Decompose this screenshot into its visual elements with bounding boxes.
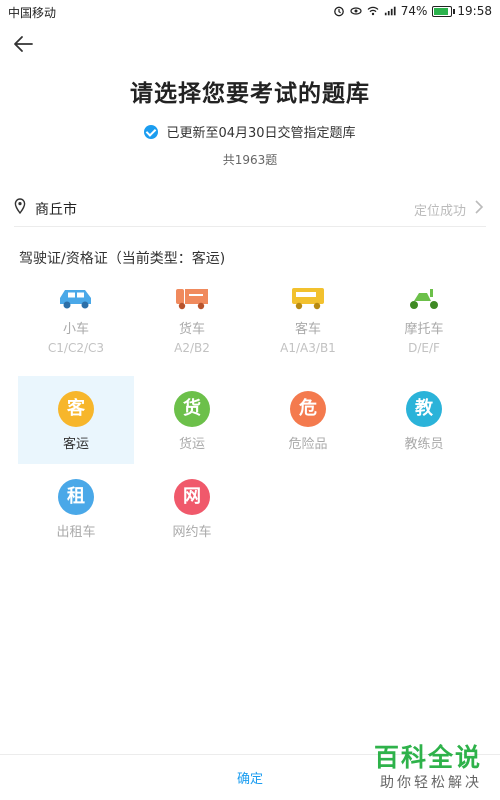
qual-label: 网约车	[172, 525, 212, 540]
qual-label: 教练员	[404, 437, 444, 452]
license-label: 客车	[294, 322, 321, 337]
chevron-right-icon	[475, 200, 484, 214]
car-icon	[60, 290, 91, 309]
truck-icon	[176, 289, 208, 310]
clock: 19:58	[457, 4, 492, 18]
update-notice: 已更新至04月30日交管指定题库	[0, 122, 500, 141]
signal-icon	[384, 6, 396, 16]
motorcycle-icon	[410, 289, 438, 309]
location-pin-icon	[14, 198, 26, 214]
qual-option-taxi[interactable]: 租 出租车	[18, 464, 134, 552]
qual-option-instructor[interactable]: 教 教练员	[366, 376, 482, 464]
qual-label: 危险品	[288, 437, 328, 452]
ride-hailing-badge-icon: 网	[174, 479, 210, 515]
battery-percent: 74%	[400, 4, 428, 18]
bus-icon	[292, 288, 324, 310]
taxi-badge-icon: 租	[58, 479, 94, 515]
license-option-truck[interactable]: 货车 A2/B2	[134, 284, 250, 355]
location-row[interactable]: 商丘市 定位成功	[14, 190, 486, 227]
license-classes: A2/B2	[174, 341, 210, 355]
qual-option-freight[interactable]: 货 货运	[134, 376, 250, 464]
battery-icon	[432, 5, 456, 17]
qual-label: 货运	[178, 437, 205, 452]
status-icons: 74% 19:58	[333, 4, 492, 18]
qual-option-ride-hailing[interactable]: 网 网约车	[134, 464, 250, 552]
section-title: 驾驶证/资格证（当前类型：客运)	[19, 251, 226, 267]
hazmat-badge-icon: 危	[290, 391, 326, 427]
license-option-motorcycle[interactable]: 摩托车 D/E/F	[366, 284, 482, 355]
freight-badge-icon: 货	[174, 391, 210, 427]
question-count: 共1963题	[222, 153, 278, 167]
back-arrow-icon[interactable]	[10, 30, 38, 58]
qual-option-passenger[interactable]: 客 客运	[18, 376, 134, 464]
wifi-icon	[367, 6, 379, 16]
check-circle-icon	[144, 124, 159, 139]
license-label: 小车	[62, 322, 89, 337]
status-bar: 中国移动 74% 19:58	[0, 0, 500, 24]
location-status: 定位成功	[413, 204, 466, 219]
eye-icon	[350, 7, 362, 15]
city-name: 商丘市	[35, 202, 77, 218]
passenger-badge-icon: 客	[58, 391, 94, 427]
watermark-slogan: 助你轻松解决	[380, 775, 482, 791]
watermark-brand: 百科全说	[374, 743, 483, 772]
alarm-icon	[333, 6, 344, 17]
license-classes: A1/A3/B1	[280, 341, 336, 355]
license-label: 货车	[178, 322, 205, 337]
license-label: 摩托车	[404, 322, 444, 337]
instructor-badge-icon: 教	[406, 391, 442, 427]
carrier-label: 中国移动	[8, 6, 57, 20]
qual-label: 出租车	[56, 525, 96, 540]
qual-option-hazmat[interactable]: 危 危险品	[250, 376, 366, 464]
qual-label: 客运	[62, 437, 89, 452]
license-classes: D/E/F	[408, 341, 440, 355]
license-option-bus[interactable]: 客车 A1/A3/B1	[250, 284, 366, 355]
license-option-small-car[interactable]: 小车 C1/C2/C3	[18, 284, 134, 355]
update-notice-text: 已更新至04月30日交管指定题库	[166, 126, 356, 141]
license-classes: C1/C2/C3	[47, 341, 105, 355]
page-title: 请选择您要考试的题库	[130, 81, 370, 107]
